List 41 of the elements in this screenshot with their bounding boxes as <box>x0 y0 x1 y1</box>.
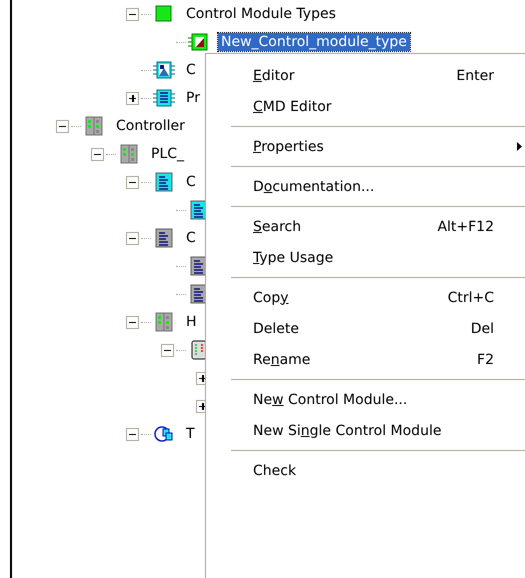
menu-item[interactable]: Documentation... <box>206 171 525 202</box>
menu-item[interactable]: Properties <box>206 131 525 162</box>
tree-item[interactable]: T <box>183 425 198 443</box>
collapse-button[interactable] <box>91 148 104 160</box>
controller-icon <box>118 144 140 164</box>
expand-button[interactable] <box>126 92 139 104</box>
menu-item[interactable]: Type Usage <box>206 242 525 273</box>
module-icon <box>188 32 210 52</box>
menu-item[interactable]: Copy Ctrl+C <box>206 282 525 313</box>
document-icon <box>153 228 175 248</box>
tree-item[interactable]: C <box>183 229 199 247</box>
collapse-button[interactable] <box>126 316 139 328</box>
module-icon <box>153 60 175 80</box>
controller-icon <box>153 312 175 332</box>
menu-item[interactable]: CMD Editor <box>206 91 525 122</box>
tree-item[interactable]: Control Module Types <box>183 5 339 23</box>
submenu-arrow-icon <box>517 142 522 151</box>
menu-item[interactable]: New Single Control Module <box>206 415 525 446</box>
collapse-button[interactable] <box>126 8 139 20</box>
menu-item[interactable]: Rename F2 <box>206 344 525 375</box>
menu-item[interactable]: Delete Del <box>206 313 525 344</box>
menu-item[interactable]: New Control Module... <box>206 384 525 415</box>
document-icon <box>153 172 175 192</box>
menu-item[interactable]: Search Alt+F12 <box>206 211 525 242</box>
tree-item[interactable]: PLC_ <box>148 145 188 163</box>
tasks-icon <box>153 424 175 444</box>
tree-item[interactable]: Controller <box>113 117 188 135</box>
collapse-button[interactable] <box>161 344 174 356</box>
menu-item[interactable]: Check <box>206 455 525 486</box>
tree-item[interactable]: H <box>183 313 200 331</box>
tree-item[interactable]: C <box>183 61 199 79</box>
tree-item[interactable]: New_Control_module_type <box>218 33 410 51</box>
collapse-button[interactable] <box>126 232 139 244</box>
controller-icon <box>83 116 105 136</box>
tree-item[interactable]: Pr <box>183 89 203 107</box>
collapse-button[interactable] <box>126 428 139 440</box>
collapse-button[interactable] <box>126 176 139 188</box>
tree-item[interactable]: C <box>183 173 199 191</box>
menu-item[interactable]: Editor Enter <box>206 60 525 91</box>
collapse-button[interactable] <box>56 120 69 132</box>
module-icon <box>153 88 175 108</box>
